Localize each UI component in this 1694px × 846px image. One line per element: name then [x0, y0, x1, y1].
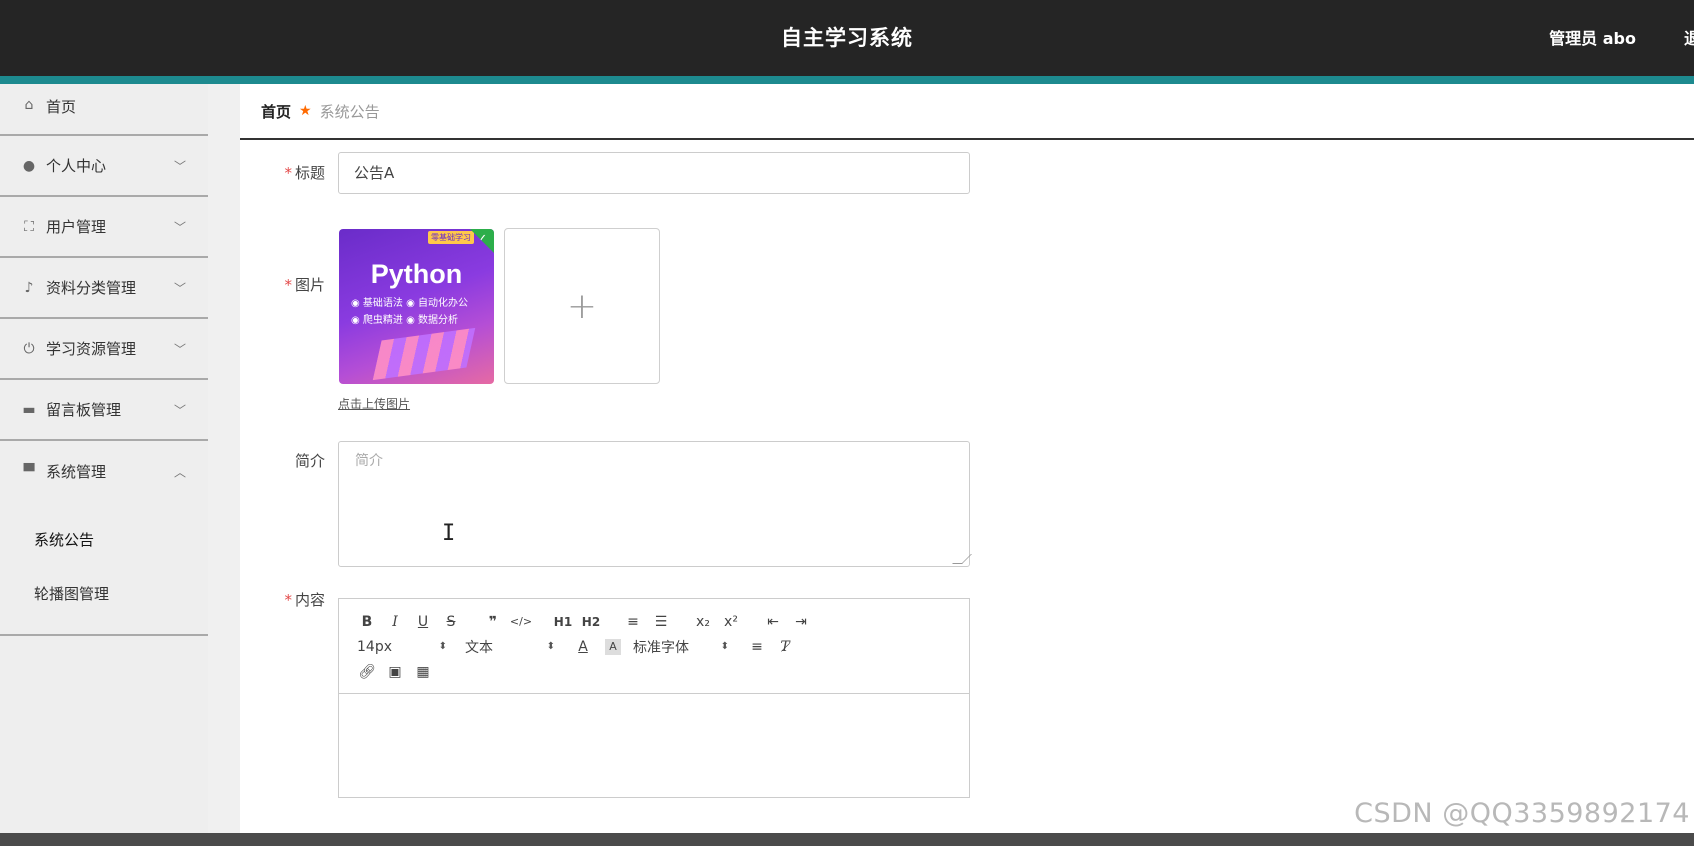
- power-icon: ⏻: [23, 340, 35, 357]
- text-cursor-icon: I: [442, 521, 456, 546]
- video-icon[interactable]: ▦: [409, 661, 437, 683]
- user-icon: ●: [22, 157, 36, 174]
- title-input[interactable]: 公告A: [338, 152, 970, 194]
- sidebar-item-category-management[interactable]: ♪ 资料分类管理 ﹀: [0, 258, 208, 319]
- font-size-select[interactable]: 14px ⬍: [353, 636, 447, 658]
- sidebar: ⌂ 首页 ● 个人中心 ﹀ ⛶ 用户管理 ﹀ ♪ 资料分类管理 ﹀ ⏻ 学习资源…: [0, 84, 208, 846]
- sidebar-item-home[interactable]: ⌂ 首页: [0, 84, 208, 136]
- chevron-down-icon: ﹀: [173, 220, 186, 234]
- monitor-icon: ▀: [23, 463, 35, 480]
- check-circle-icon: ◉: [406, 298, 415, 309]
- chevron-down-icon: ﹀: [173, 342, 186, 356]
- toolbar-row-style: 14px ⬍ 文本 ⬍ A A 标准字体 ⬍ ≡ T̷: [353, 634, 955, 659]
- image-upload-button[interactable]: +: [504, 228, 660, 384]
- chevron-down-icon: ﹀: [173, 403, 186, 417]
- upload-hint-link[interactable]: 点击上传图片: [338, 395, 410, 412]
- ordered-list-button[interactable]: ≡: [619, 611, 647, 633]
- link-icon[interactable]: 🔗︎: [353, 661, 381, 683]
- sidebar-item-label: 用户管理: [46, 218, 107, 236]
- editor-toolbar: B I U S ❞ </> H1 H2 ≡ ☰ x₂ x² ⇤ ⇥ 14px ⬍…: [339, 599, 969, 694]
- toolbar-row-format: B I U S ❞ </> H1 H2 ≡ ☰ x₂ x² ⇤ ⇥: [353, 609, 955, 634]
- heading2-button[interactable]: H2: [577, 611, 605, 633]
- main-content: 首页 ★ 系统公告 * 标题 公告A * 图片 零基础学习 ✓ Python ◉ 基…: [240, 84, 1694, 846]
- subscript-button[interactable]: x₂: [689, 611, 717, 633]
- rich-text-editor: B I U S ❞ </> H1 H2 ≡ ☰ x₂ x² ⇤ ⇥ 14px ⬍…: [338, 598, 970, 798]
- image-icon[interactable]: ▣: [381, 661, 409, 683]
- home-icon: ⌂: [24, 97, 34, 113]
- thumbnail-top-tag: 零基础学习: [428, 231, 474, 244]
- resize-handle-icon[interactable]: [952, 554, 972, 564]
- underline-button[interactable]: U: [409, 611, 437, 633]
- star-icon: ★: [299, 103, 312, 119]
- thumbnail-tags: ◉ 基础语法 ◉ 自动化办公 ◉ 爬虫精进 ◉ 数据分析: [351, 298, 469, 326]
- current-user[interactable]: 管理员 abo: [1549, 25, 1636, 49]
- thumbnail-python-text: Python: [370, 259, 463, 289]
- indent-button[interactable]: ⇥: [787, 611, 815, 633]
- chevron-down-icon: ﹀: [173, 159, 186, 173]
- sidebar-item-label: 首页: [46, 98, 77, 116]
- logout-link[interactable]: 退: [1684, 25, 1694, 49]
- chevron-up-icon: ︿: [173, 465, 186, 479]
- select-caret-icon: ⬍: [720, 641, 729, 652]
- breadcrumb-current: 系统公告: [319, 102, 380, 121]
- thumbnail-decoration: [372, 327, 476, 381]
- intro-label: 简介: [294, 452, 325, 470]
- plus-icon: +: [566, 285, 598, 327]
- sidebar-item-label: 学习资源管理: [46, 340, 137, 358]
- bold-button[interactable]: B: [353, 611, 381, 633]
- watermark: CSDN @QQ3359892174: [1354, 798, 1690, 829]
- check-circle-icon: ◉: [351, 298, 360, 309]
- image-label: * 图片: [284, 276, 325, 294]
- sidebar-item-label: 资料分类管理: [46, 279, 137, 297]
- sidebar-subitem-carousel[interactable]: 轮播图管理: [0, 566, 208, 620]
- background-color-icon[interactable]: A: [605, 638, 621, 655]
- intro-textarea[interactable]: 简介: [338, 441, 972, 567]
- select-caret-icon: ⬍: [438, 641, 447, 652]
- outdent-button[interactable]: ⇤: [759, 611, 787, 633]
- title-label: * 标题: [284, 164, 325, 182]
- sidebar-item-personal-center[interactable]: ● 个人中心 ﹀: [0, 136, 208, 197]
- sidebar-subitem-announcements[interactable]: 系统公告: [0, 512, 208, 566]
- sidebar-item-resource-management[interactable]: ⏻ 学习资源管理 ﹀: [0, 319, 208, 380]
- superscript-button[interactable]: x²: [717, 611, 745, 633]
- sidebar-item-label: 系统管理: [46, 463, 107, 481]
- fullscreen-icon: ⛶: [24, 218, 34, 235]
- top-header: 自主学习系统 管理员 abo 退: [0, 0, 1694, 76]
- microphone-icon: ♪: [24, 279, 34, 296]
- editor-content-area[interactable]: [339, 694, 969, 798]
- breadcrumb: 首页 ★ 系统公告: [240, 84, 1694, 140]
- check-circle-icon: ◉: [351, 315, 360, 326]
- briefcase-icon: ▬: [22, 401, 36, 418]
- content-label: * 内容: [284, 591, 325, 609]
- app-title: 自主学习系统: [781, 26, 913, 50]
- breadcrumb-home[interactable]: 首页: [261, 101, 291, 122]
- layout-gutter: [208, 84, 240, 846]
- uploaded-image-thumbnail[interactable]: 零基础学习 ✓ Python ◉ 基础语法 ◉ 自动化办公 ◉ 爬虫精进 ◉ 数…: [339, 229, 494, 384]
- sidebar-item-user-management[interactable]: ⛶ 用户管理 ﹀: [0, 197, 208, 258]
- blockquote-button[interactable]: ❞: [479, 611, 507, 633]
- toolbar-row-insert: 🔗︎ ▣ ▦: [353, 659, 955, 684]
- italic-button[interactable]: I: [381, 611, 409, 633]
- intro-placeholder: 简介: [355, 453, 383, 469]
- sidebar-item-label: 留言板管理: [46, 401, 122, 419]
- sidebar-item-system-management[interactable]: ▀ 系统管理 ︿: [0, 441, 208, 502]
- font-color-icon[interactable]: A: [569, 636, 597, 658]
- sidebar-item-message-board[interactable]: ▬ 留言板管理 ﹀: [0, 380, 208, 441]
- bullet-list-button[interactable]: ☰: [647, 611, 675, 633]
- sidebar-item-label: 个人中心: [46, 157, 107, 175]
- bottom-bar: [0, 833, 1694, 846]
- check-circle-icon: ◉: [406, 315, 415, 326]
- font-family-select[interactable]: 标准字体 ⬍: [629, 636, 729, 658]
- code-block-button[interactable]: </>: [507, 611, 535, 633]
- align-icon[interactable]: ≡: [743, 636, 771, 658]
- strikethrough-button[interactable]: S: [437, 611, 465, 633]
- chevron-down-icon: ﹀: [173, 281, 186, 295]
- select-caret-icon: ⬍: [546, 641, 555, 652]
- system-submenu: 系统公告 轮播图管理: [0, 502, 208, 636]
- block-type-select[interactable]: 文本 ⬍: [461, 636, 555, 658]
- clear-format-icon[interactable]: T̷: [771, 636, 799, 658]
- heading1-button[interactable]: H1: [549, 611, 577, 633]
- header-accent-bar: [0, 76, 1694, 84]
